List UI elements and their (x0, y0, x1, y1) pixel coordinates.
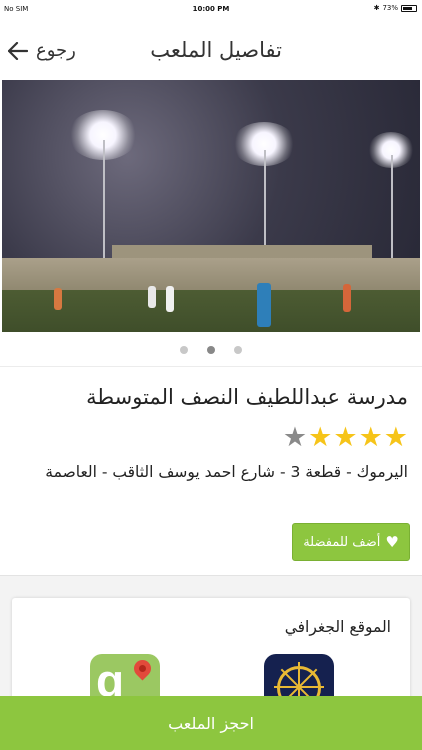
photo-player (343, 284, 351, 312)
photo-player (257, 283, 271, 327)
photo-pitch (2, 290, 420, 332)
star-filled-icon: ★ (308, 422, 333, 453)
photo-wall (2, 258, 420, 292)
nav-bar: رجوع تفاصيل الملعب (0, 26, 422, 78)
venue-info: مدرسة عبداللطيف النصف المتوسطة ★ ★ ★ ★ ★ الي… (12, 385, 408, 481)
star-filled-icon: ★ (358, 422, 383, 453)
battery-percent: 73% (382, 4, 398, 12)
carousel-dot-active[interactable] (207, 346, 215, 354)
map-pin-icon (130, 656, 155, 681)
star-filled-icon: ★ (333, 422, 358, 453)
photo-player (54, 288, 62, 310)
book-field-button[interactable]: احجز الملعب (0, 696, 422, 750)
carousel-indicator (0, 346, 422, 354)
status-right: ✱ 73% (374, 4, 417, 12)
photo-player (166, 286, 174, 312)
status-bar: No SIM 10:00 PM ✱ 73% (0, 0, 422, 18)
photo-player (148, 286, 156, 308)
back-label: رجوع (36, 40, 76, 61)
carousel-dot[interactable] (180, 346, 188, 354)
bluetooth-icon: ✱ (373, 4, 380, 12)
star-filled-icon: ★ (383, 422, 408, 453)
carousel-dot[interactable] (234, 346, 242, 354)
add-favorite-label: أضف للمفضلة (303, 534, 381, 550)
star-empty-icon: ★ (282, 422, 308, 453)
location-card-title: الموقع الجغرافي (284, 618, 391, 636)
venue-address: اليرموك - قطعة 3 - شارع احمد يوسف الثاقب… (45, 463, 408, 481)
page-title: تفاصيل الملعب (150, 38, 282, 62)
divider (0, 366, 422, 367)
venue-photo[interactable] (2, 80, 420, 332)
battery-icon (401, 4, 417, 12)
arrow-left-icon (8, 41, 28, 60)
status-time: 10:00 PM (192, 5, 230, 13)
rating-stars: ★ ★ ★ ★ ★ (12, 423, 408, 453)
back-button[interactable]: رجوع (8, 40, 76, 61)
add-favorite-button[interactable]: ♥ أضف للمفضلة (292, 523, 410, 561)
venue-name: مدرسة عبداللطيف النصف المتوسطة (86, 385, 408, 409)
heart-icon: ♥ (385, 533, 399, 551)
